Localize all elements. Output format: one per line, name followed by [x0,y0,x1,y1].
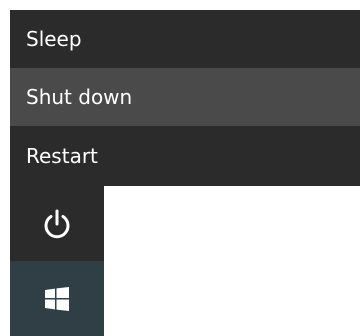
power-options-menu: Sleep Shut down Restart [10,10,360,186]
menu-item-sleep[interactable]: Sleep [10,10,360,68]
windows-logo-icon [45,286,69,311]
menu-item-shut-down[interactable]: Shut down [10,68,360,126]
start-button[interactable] [10,261,104,336]
power-icon [40,207,74,241]
power-button[interactable] [10,186,104,261]
power-menu-screen: Sleep Shut down Restart [0,0,360,336]
menu-item-restart[interactable]: Restart [10,126,360,186]
menu-item-label: Shut down [26,85,133,109]
start-menu-left-rail [10,186,104,336]
menu-item-label: Sleep [26,27,82,51]
menu-item-label: Restart [26,144,98,168]
